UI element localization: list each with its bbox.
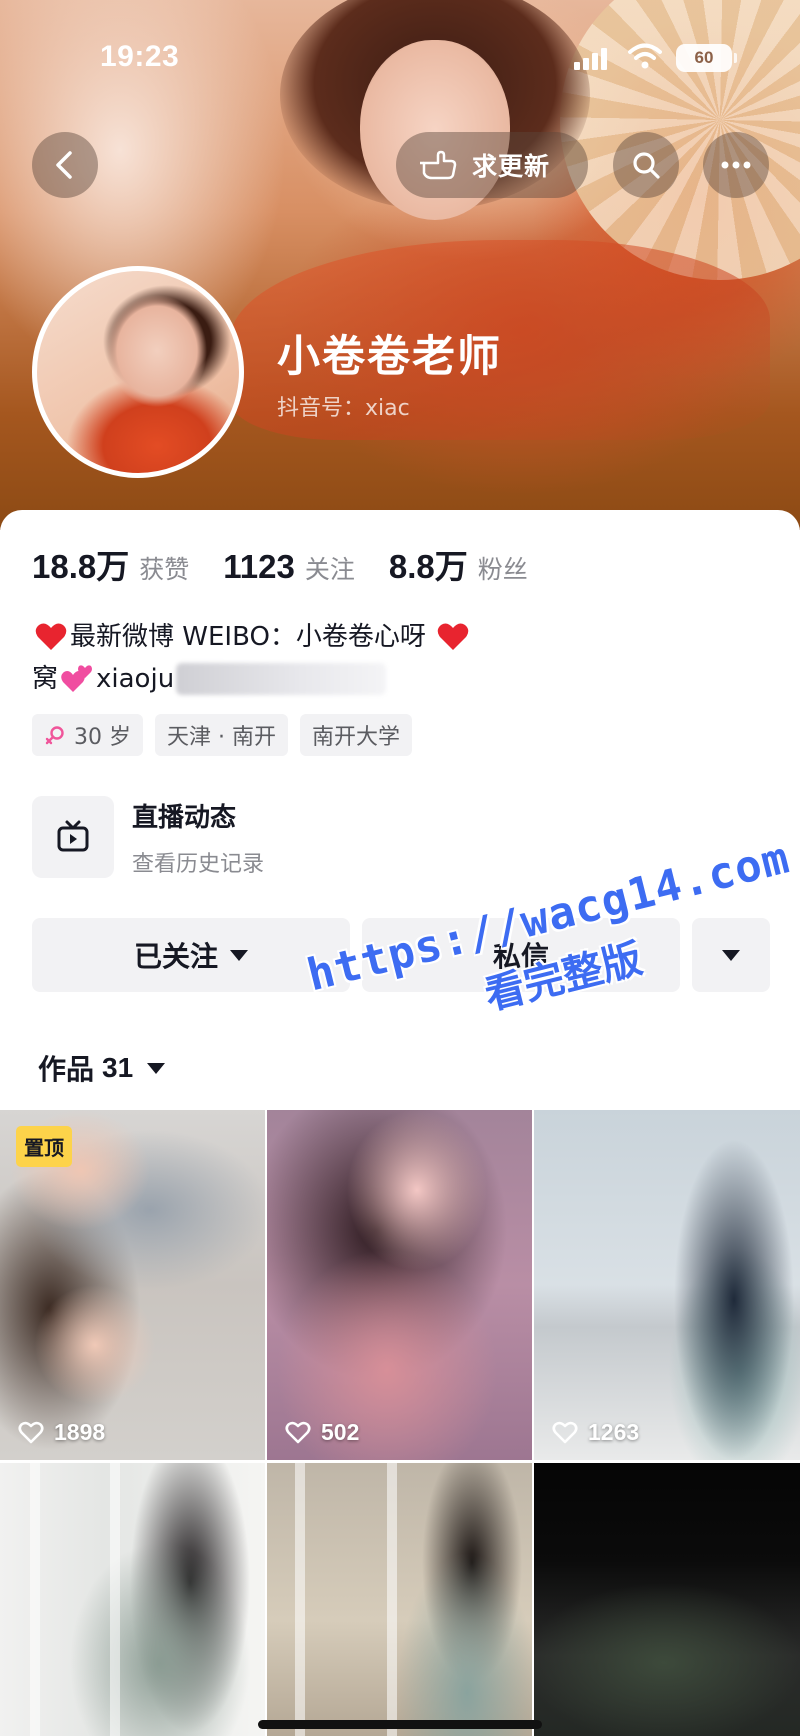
stat-following-label: 关注 — [304, 555, 355, 584]
pointing-hand-icon — [420, 150, 457, 180]
message-label: 私信 — [492, 940, 549, 973]
caret-down-icon — [230, 949, 248, 961]
tag-age: 30 岁 — [32, 714, 143, 756]
douyin-id-value: xiac — [365, 396, 410, 421]
ellipsis-icon — [721, 161, 751, 169]
bio-line-2: 窝 xiaoju — [32, 658, 472, 700]
avatar[interactable] — [32, 266, 244, 478]
douyin-id: 抖音号：xiac — [277, 390, 410, 422]
live-history-entry[interactable]: 直播动态 查看历史记录 — [32, 796, 264, 878]
caret-down-icon — [147, 1062, 166, 1074]
video-thumbnail[interactable]: 置顶 1898 — [0, 1110, 265, 1460]
stat-likes[interactable]: 18.8万 获赞 — [32, 540, 189, 588]
profile-stats: 18.8万 获赞 1123 关注 8.8万 粉丝 — [32, 540, 562, 588]
status-time: 19:23 — [100, 40, 180, 73]
stat-likes-label: 获赞 — [139, 555, 190, 584]
back-button[interactable] — [32, 132, 98, 198]
profile-bio: 最新微博 WEIBO：小卷卷心呀 窝 xiaoju — [32, 616, 472, 700]
pinned-badge: 置顶 — [16, 1126, 72, 1167]
video-thumbnail[interactable]: 502 — [267, 1110, 532, 1460]
followed-label: 已关注 — [133, 940, 218, 973]
stat-likes-value: 18.8万 — [32, 548, 130, 585]
more-options-button[interactable] — [703, 132, 769, 198]
bio-line-1: 最新微博 WEIBO：小卷卷心呀 — [32, 616, 472, 658]
stat-followers-value: 8.8万 — [388, 548, 468, 585]
video-likes: 1898 — [18, 1419, 105, 1446]
video-thumbnail[interactable]: 1263 — [534, 1110, 800, 1460]
live-title: 直播动态 — [132, 802, 237, 833]
video-thumbnail[interactable] — [534, 1463, 800, 1736]
bio-line-2-text: xiaoju — [96, 664, 175, 694]
video-likes-count: 1898 — [54, 1419, 106, 1445]
tag-school-text: 南开大学 — [311, 725, 400, 750]
video-thumbnail[interactable] — [267, 1463, 532, 1736]
message-button[interactable]: 私信 — [362, 918, 680, 992]
red-heart-icon — [437, 623, 469, 650]
female-icon — [45, 726, 64, 745]
tag-location: 天津 · 南开 — [155, 714, 288, 756]
works-label: 作品 — [38, 1053, 95, 1086]
blurred-contact — [176, 663, 387, 695]
video-likes: 1263 — [552, 1419, 639, 1446]
stat-following-value: 1123 — [223, 548, 295, 585]
video-thumbnail[interactable] — [0, 1463, 265, 1736]
stat-followers[interactable]: 8.8万 粉丝 — [389, 540, 528, 588]
video-likes-count: 1263 — [588, 1419, 640, 1445]
heart-outline-icon — [285, 1421, 311, 1443]
profile-nickname: 小卷卷老师 — [277, 332, 502, 382]
caret-down-icon — [722, 949, 740, 961]
request-update-label: 求更新 — [472, 152, 551, 181]
tag-location-text: 天津 · 南开 — [167, 725, 276, 750]
heart-outline-icon — [552, 1421, 578, 1443]
bio-line-1-text: 最新微博 WEIBO：小卷卷心呀 — [70, 622, 426, 652]
search-icon — [633, 152, 660, 179]
live-icon-box — [32, 796, 114, 878]
signal-icon — [574, 46, 614, 70]
live-subtitle: 查看历史记录 — [132, 851, 265, 877]
live-text: 直播动态 查看历史记录 — [132, 797, 264, 878]
tv-icon — [57, 820, 89, 852]
two-hearts-icon — [61, 665, 93, 692]
home-indicator — [258, 1720, 542, 1729]
tag-age-text: 30 岁 — [74, 725, 131, 750]
stat-following[interactable]: 1123 关注 — [223, 548, 355, 586]
search-button[interactable] — [613, 132, 679, 198]
chevron-left-icon — [56, 151, 72, 179]
status-bar: 19:23 60 — [0, 0, 800, 110]
red-heart-icon — [35, 623, 67, 650]
video-likes: 502 — [285, 1419, 359, 1446]
video-grid: 置顶 1898 502 1263 — [0, 1110, 800, 1736]
recommend-dropdown-button[interactable] — [692, 918, 770, 992]
profile-card: 18.8万 获赞 1123 关注 8.8万 粉丝 最新微博 WEIBO：小卷卷心… — [0, 510, 800, 1736]
profile-tags: 30 岁 天津 · 南开 南开大学 — [32, 714, 412, 756]
battery-icon: 60 — [676, 44, 737, 72]
profile-actions: 已关注 私信 — [32, 918, 770, 992]
tag-school: 南开大学 — [299, 714, 412, 756]
douyin-id-label: 抖音号： — [277, 396, 366, 421]
heart-outline-icon — [18, 1421, 44, 1443]
video-likes-count: 502 — [321, 1419, 360, 1445]
works-tab[interactable]: 作品 31 — [38, 1048, 166, 1088]
bio-line-2-prefix: 窝 — [32, 664, 59, 694]
request-update-button[interactable]: 求更新 — [396, 132, 588, 198]
wifi-icon — [628, 43, 662, 69]
works-count: 31 — [102, 1052, 134, 1083]
followed-button[interactable]: 已关注 — [32, 918, 350, 992]
stat-followers-label: 粉丝 — [477, 555, 528, 584]
